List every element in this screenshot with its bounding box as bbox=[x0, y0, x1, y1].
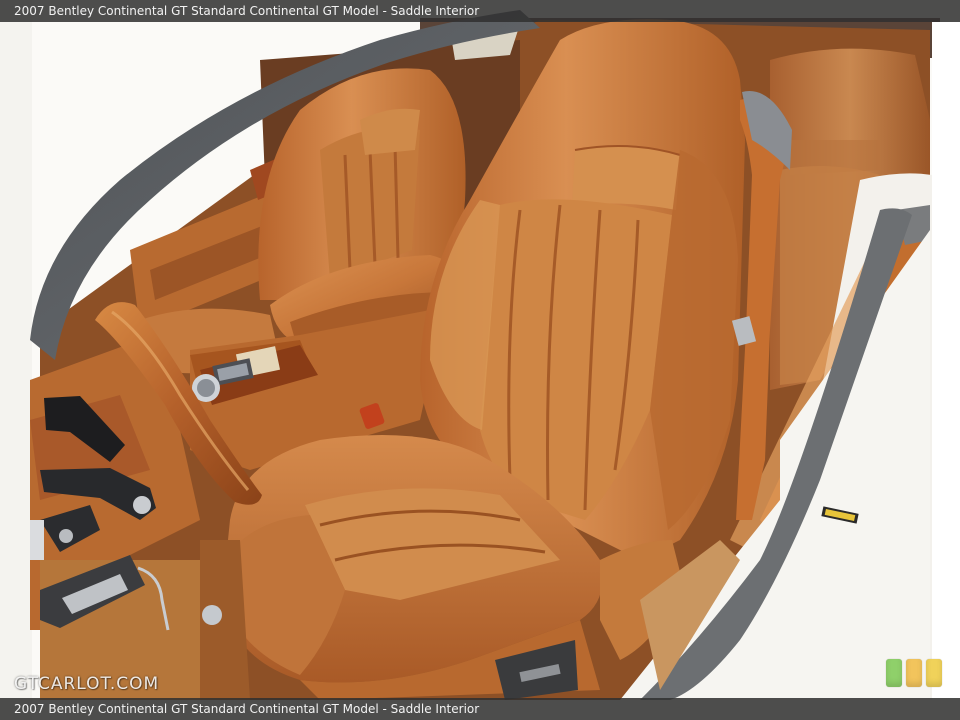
rating-bar-green bbox=[886, 659, 902, 687]
rating-badge bbox=[886, 659, 946, 687]
image-caption-top: 2007 Bentley Continental GT Standard Con… bbox=[0, 0, 960, 22]
image-caption-bottom: 2007 Bentley Continental GT Standard Con… bbox=[0, 698, 960, 720]
photo-viewer: 2007 Bentley Continental GT Standard Con… bbox=[0, 0, 960, 720]
site-watermark: GTCARLOT.COM bbox=[14, 674, 160, 694]
rating-bar-orange bbox=[906, 659, 922, 687]
interior-photo bbox=[0, 0, 960, 720]
rating-bar-yellow bbox=[926, 659, 942, 687]
